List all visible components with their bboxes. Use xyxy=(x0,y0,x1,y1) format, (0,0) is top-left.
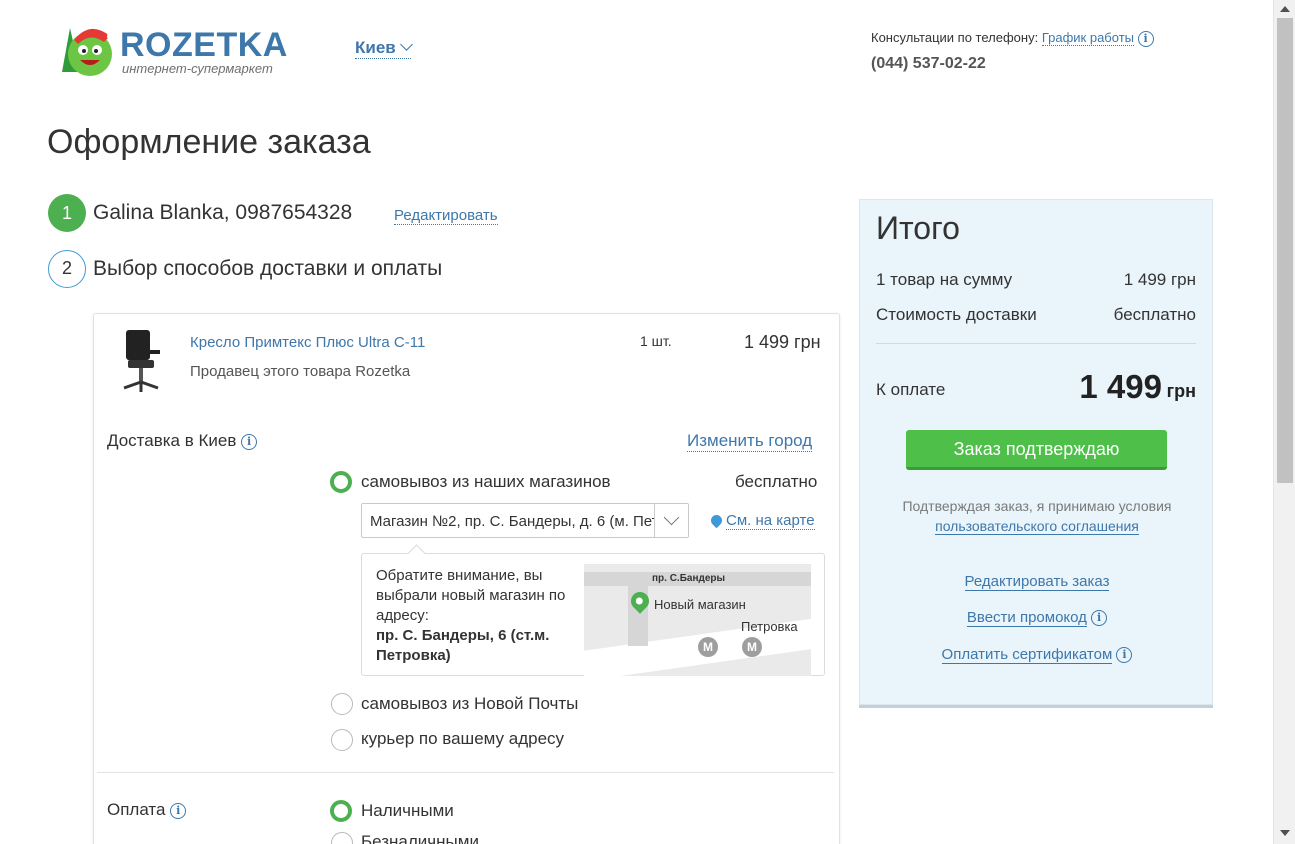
map-street-label: пр. С.Бандеры xyxy=(652,573,726,584)
user-agreement-link[interactable]: пользовательского соглашения xyxy=(935,518,1139,535)
schedule-link[interactable]: График работы xyxy=(1041,30,1134,46)
info-icon[interactable]: i xyxy=(1137,30,1154,47)
scroll-up-icon[interactable] xyxy=(1280,6,1290,12)
map-shop-label: Новый магазин xyxy=(654,597,746,612)
pay-certificate-text: Оплатить сертификатом xyxy=(941,646,1113,664)
summary-title: Итого xyxy=(876,210,960,246)
delivery-option-store-label[interactable]: самовывоз из наших магазинов xyxy=(361,472,611,492)
delivery-label: Доставка в Киев i xyxy=(107,431,258,451)
chevron-down-icon[interactable] xyxy=(654,504,688,537)
summary-total-amount: 1 499 xyxy=(1079,368,1162,405)
summary-delivery-label: Стоимость доставки xyxy=(876,305,1037,324)
scrollbar[interactable] xyxy=(1273,0,1295,844)
city-selector[interactable]: Киев xyxy=(355,38,413,59)
step-2-title: Выбор способов доставки и оплаты xyxy=(93,257,443,280)
payment-label-text: Оплата xyxy=(107,800,166,819)
store-select-value: Магазин №2, пр. С. Бандеры, д. 6 (м. Пет xyxy=(370,513,659,530)
info-icon[interactable]: i xyxy=(1116,647,1133,664)
delivery-option-radio-store[interactable] xyxy=(330,471,352,493)
confirm-order-button[interactable]: Заказ подтверждаю xyxy=(906,430,1167,470)
delivery-label-text: Доставка в Киев xyxy=(107,431,237,450)
phone-number: (044) 537-02-22 xyxy=(871,55,986,72)
edit-contact-link[interactable]: Редактировать xyxy=(394,207,498,225)
product-seller: Продавец этого товара Rozetka xyxy=(190,363,411,380)
delivery-option-radio-courier[interactable] xyxy=(331,729,353,751)
product-quantity: 1 шт. xyxy=(640,333,672,349)
payment-label: Оплата i xyxy=(107,800,187,820)
product-name-link[interactable]: Кресло Примтекс Плюс Ultra C-11 xyxy=(190,334,425,351)
notice-address: пр. С. Бандеры, 6 (ст.м. Петровка) xyxy=(376,627,550,664)
promo-code-text: Ввести промокод xyxy=(966,609,1087,627)
summary-delivery-value: бесплатно xyxy=(1113,305,1196,324)
edit-order-text: Редактировать заказ xyxy=(964,573,1110,591)
scroll-down-icon[interactable] xyxy=(1280,830,1290,836)
order-summary: Итого 1 товар на сумму 1 499 грн Стоимос… xyxy=(859,199,1213,705)
consult-label: Консультации по телефону: xyxy=(871,30,1039,45)
consult-info: Консультации по телефону: График работы … xyxy=(871,30,1154,47)
logo-mascot-icon xyxy=(62,28,117,76)
store-notice: Обратите внимание, вы выбрали новый мага… xyxy=(361,553,825,676)
summary-divider xyxy=(876,343,1196,344)
logo-subtitle: интернет-супермаркет xyxy=(122,61,273,76)
change-city-link[interactable]: Изменить город xyxy=(687,431,813,452)
rozetka-logo[interactable]: ROZETKA интернет-супермаркет xyxy=(52,20,287,76)
map-pin-icon xyxy=(708,512,725,529)
page-title: Оформление заказа xyxy=(47,123,371,161)
payment-option-radio-cash[interactable] xyxy=(330,800,352,822)
metro-icon: М xyxy=(742,637,762,657)
agreement-text: Подтверждая заказ, я принимаю условия по… xyxy=(880,496,1194,536)
payment-option-cash-label[interactable]: Наличными xyxy=(361,801,454,821)
info-icon[interactable]: i xyxy=(241,433,258,450)
see-on-map-text: См. на карте xyxy=(726,512,815,530)
summary-items-row: 1 товар на сумму 1 499 грн xyxy=(876,270,1196,290)
product-price: 1 499 грн xyxy=(744,332,821,352)
summary-items-value: 1 499 грн xyxy=(1123,270,1196,289)
edit-order-link[interactable]: Редактировать заказ xyxy=(860,573,1214,591)
step-1-badge: 1 xyxy=(48,194,86,232)
divider xyxy=(97,772,834,773)
city-name: Киев xyxy=(355,38,396,57)
step-2-badge: 2 xyxy=(48,250,86,288)
pay-certificate-link[interactable]: Оплатить сертификатом i xyxy=(860,646,1214,664)
see-on-map-link[interactable]: См. на карте xyxy=(708,512,815,530)
step-1-contact: Galina Blanka, 0987654328 xyxy=(93,201,353,224)
delivery-option-nova-poshta-label[interactable]: самовывоз из Новой Почты xyxy=(361,694,578,714)
chevron-down-icon xyxy=(399,38,413,51)
info-icon[interactable]: i xyxy=(170,802,187,819)
promo-code-link[interactable]: Ввести промокод i xyxy=(860,609,1214,627)
summary-delivery-row: Стоимость доставки бесплатно xyxy=(876,305,1196,325)
store-select[interactable]: Магазин №2, пр. С. Бандеры, д. 6 (м. Пет xyxy=(361,503,689,538)
delivery-option-radio-nova-poshta[interactable] xyxy=(331,693,353,715)
summary-total-currency: грн xyxy=(1166,381,1196,401)
logo-text: ROZETKA xyxy=(120,26,288,64)
info-icon[interactable]: i xyxy=(1091,610,1108,627)
map-metro-label: Петровка xyxy=(741,619,798,634)
payment-option-cashless-label[interactable]: Безналичными xyxy=(361,832,479,844)
summary-total-label: К оплате xyxy=(876,380,946,399)
store-mini-map[interactable]: пр. С.Бандеры Новый магазин Петровка М М xyxy=(584,564,811,676)
metro-icon: М xyxy=(698,637,718,657)
agreement-prefix: Подтверждая заказ, я принимаю условия xyxy=(902,498,1172,514)
summary-items-label: 1 товар на сумму xyxy=(876,270,1013,289)
scrollbar-thumb[interactable] xyxy=(1277,18,1293,483)
notice-message: Обратите внимание, вы выбрали новый мага… xyxy=(376,567,566,624)
delivery-option-store-price: бесплатно xyxy=(735,472,818,491)
delivery-option-courier-label[interactable]: курьер по вашему адресу xyxy=(361,729,564,749)
product-image[interactable] xyxy=(118,328,166,394)
notice-text: Обратите внимание, вы выбрали новый мага… xyxy=(376,566,576,666)
